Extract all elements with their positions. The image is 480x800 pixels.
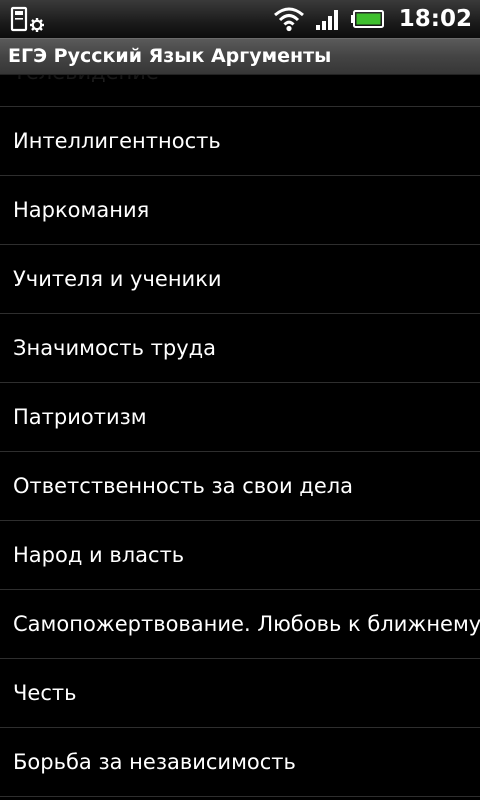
battery-icon <box>350 9 385 29</box>
list-item[interactable]: Ответственность за свои дела <box>0 452 480 521</box>
list-item-label: Значимость труда <box>13 336 217 360</box>
app-title: ЕГЭ Русский Язык Аргументы <box>8 45 332 67</box>
sd-card-icon <box>10 6 28 32</box>
list-item[interactable]: Значимость труда <box>0 314 480 383</box>
list-item-label: Народ и власть <box>13 543 185 567</box>
list-item[interactable]: Самопожертвование. Любовь к ближнему <box>0 590 480 659</box>
list-item-label: Самопожертвование. Любовь к ближнему <box>13 612 480 636</box>
topics-list-content: Телевидение Интеллигентность Наркомания … <box>0 75 480 797</box>
list-item-label: Наркомания <box>13 198 150 222</box>
list-item[interactable]: Телевидение <box>0 75 480 107</box>
list-item[interactable]: Интеллигентность <box>0 107 480 176</box>
phone-screen: 18:02 ЕГЭ Русский Язык Аргументы Телевид… <box>0 0 480 800</box>
topics-list[interactable]: Телевидение Интеллигентность Наркомания … <box>0 75 480 800</box>
settings-gear-icon <box>30 18 44 32</box>
list-item[interactable]: Народ и власть <box>0 521 480 590</box>
list-item-label: Борьба за независимость <box>13 750 296 774</box>
title-bar: ЕГЭ Русский Язык Аргументы <box>0 38 480 75</box>
list-item[interactable]: Честь <box>0 659 480 728</box>
list-item[interactable]: Наркомания <box>0 176 480 245</box>
signal-icon <box>315 7 341 31</box>
list-item[interactable]: Патриотизм <box>0 383 480 452</box>
status-bar: 18:02 <box>0 0 480 38</box>
list-item-label: Учителя и ученики <box>13 267 222 291</box>
list-item-label: Ответственность за свои дела <box>13 474 354 498</box>
list-item-label: Честь <box>13 681 77 705</box>
status-clock: 18:02 <box>398 6 472 32</box>
system-icons: 18:02 <box>273 0 472 38</box>
list-item[interactable]: Учителя и ученики <box>0 245 480 314</box>
list-item-label: Телевидение <box>13 75 159 84</box>
notification-icons <box>10 5 48 33</box>
list-item-label: Интеллигентность <box>13 129 221 153</box>
wifi-icon <box>273 6 305 32</box>
list-item-label: Патриотизм <box>13 405 147 429</box>
list-item[interactable]: Борьба за независимость <box>0 728 480 797</box>
